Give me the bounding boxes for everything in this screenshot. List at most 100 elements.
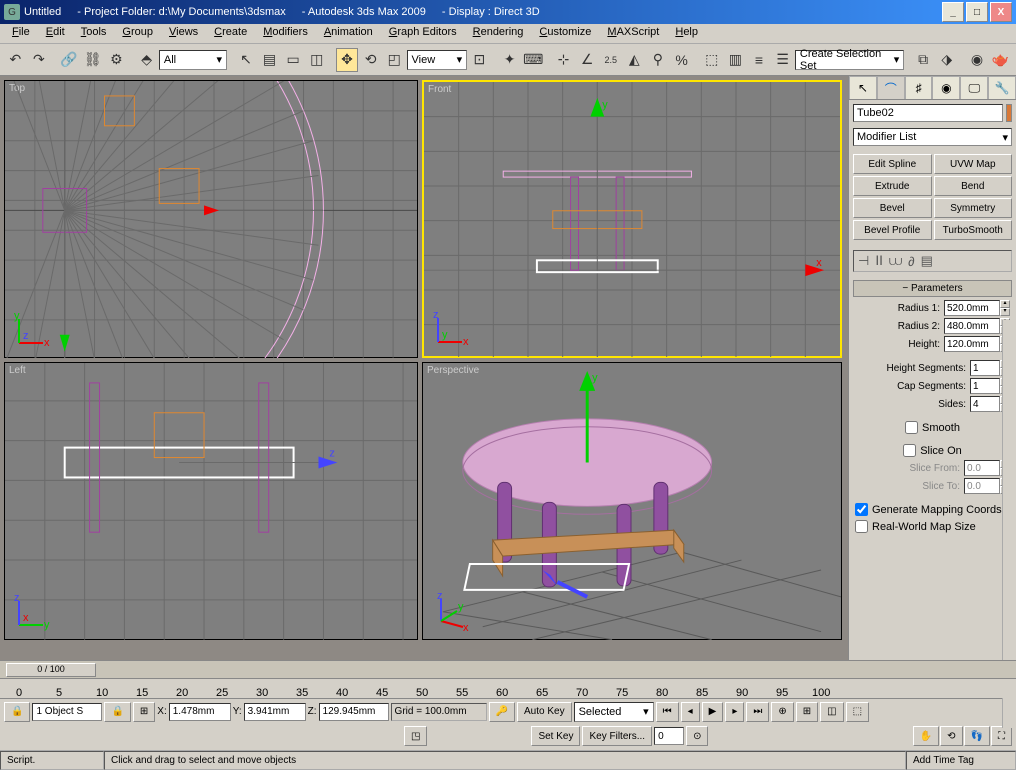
window-crossing-icon[interactable]: ◫ (305, 48, 328, 72)
heightseg-spinner[interactable]: 1 (970, 360, 1000, 376)
viewport-left[interactable]: Left z yzx (4, 362, 418, 640)
percent-snap-icon[interactable]: 2.5 (599, 48, 622, 72)
script-listener[interactable]: Script. (0, 751, 104, 770)
object-name-input[interactable] (853, 104, 1003, 122)
make-unique-icon[interactable]: ⩊ (889, 253, 902, 269)
named-selection-combo[interactable]: Create Selection Set▾ (795, 50, 904, 70)
configure-icon[interactable]: ▤ (921, 253, 933, 269)
goto-start-icon[interactable]: ⏮ (656, 702, 679, 722)
abs-rel-icon[interactable]: ⊞ (133, 702, 155, 722)
bind-icon[interactable]: ⚙ (105, 48, 128, 72)
isolate-icon[interactable]: 🔑 (489, 702, 515, 722)
mirror-icon[interactable]: ▥ (724, 48, 747, 72)
menu-grapheditors[interactable]: Graph Editors (381, 24, 465, 43)
menu-tools[interactable]: Tools (73, 24, 115, 43)
nav-pan-icon[interactable]: ✋ (913, 726, 939, 746)
pivot-icon[interactable]: ⊡ (468, 48, 491, 72)
time-ruler[interactable]: 0 5 10 15 20 25 30 35 40 45 50 55 60 65 … (0, 678, 1016, 698)
smooth-checkbox[interactable] (905, 421, 918, 434)
genmap-checkbox[interactable] (855, 503, 868, 516)
object-color-swatch[interactable] (1006, 104, 1012, 122)
time-slider-handle[interactable]: 0 / 100 (6, 663, 96, 677)
tab-utilities-icon[interactable]: 🔧 (988, 76, 1016, 99)
tab-modify-icon[interactable]: ⌒ (877, 76, 905, 99)
rotate-icon[interactable]: ⟲ (359, 48, 382, 72)
tab-create-icon[interactable]: ↖ (849, 76, 877, 99)
realworld-checkbox[interactable] (855, 520, 868, 533)
modifier-list-combo[interactable]: Modifier List▾ (853, 128, 1012, 146)
btn-bevel[interactable]: Bevel (853, 198, 932, 218)
unlink-icon[interactable]: ⛓ (81, 48, 104, 72)
radius1-spinner[interactable]: 520.0mm (944, 300, 1000, 316)
nav-zoomall-icon[interactable]: ⊞ (796, 702, 818, 722)
material-icon[interactable]: ◉ (966, 48, 989, 72)
angle-snap-icon[interactable]: ∠ (576, 48, 599, 72)
height-spinner[interactable]: 120.0mm (944, 336, 1000, 352)
capseg-spinner[interactable]: 1 (970, 378, 1000, 394)
select-region-icon[interactable]: ▭ (282, 48, 305, 72)
snap-flyout-icon[interactable]: ⚲ (647, 48, 670, 72)
btn-bevel-profile[interactable]: Bevel Profile (853, 220, 932, 240)
menu-edit[interactable]: Edit (38, 24, 73, 43)
menu-customize[interactable]: Customize (531, 24, 599, 43)
z-coord-input[interactable]: 129.945mm (319, 703, 389, 721)
play-icon[interactable]: ▶ (702, 702, 724, 722)
selection-filter-icon[interactable]: ⬘ (135, 48, 158, 72)
sliceon-checkbox[interactable] (903, 444, 916, 457)
radius2-spinner[interactable]: 480.0mm (944, 318, 1000, 334)
viewport-top[interactable]: Top xyz (4, 80, 418, 358)
viewport-front[interactable]: Front x y xzy (422, 80, 842, 358)
menu-maxscript[interactable]: MAXScript (599, 24, 667, 43)
keymode-combo[interactable]: Selected▾ (574, 702, 654, 722)
menu-modifiers[interactable]: Modifiers (255, 24, 316, 43)
prev-frame-icon[interactable]: ◂ (681, 702, 700, 722)
nav-walk-icon[interactable]: 👣 (964, 726, 990, 746)
y-coord-input[interactable]: 3.941mm (244, 703, 306, 721)
selection-lock-icon[interactable]: 🔒 (104, 702, 130, 722)
menu-help[interactable]: Help (667, 24, 706, 43)
selection-filter-combo[interactable]: All▾ (159, 50, 227, 70)
manipulate-icon[interactable]: ✦ (498, 48, 521, 72)
menu-rendering[interactable]: Rendering (465, 24, 532, 43)
curve-editor-icon[interactable]: ⧉ (912, 48, 935, 72)
goto-end-icon[interactable]: ⏭ (746, 702, 769, 722)
nav-maximize-icon[interactable]: ⛶ (991, 726, 1012, 746)
nav-orbit-icon[interactable]: ⟲ (940, 726, 962, 746)
link-icon[interactable]: 🔗 (58, 48, 81, 72)
x-coord-input[interactable]: 1.478mm (169, 703, 231, 721)
spin-up-icon[interactable]: ▴ (1000, 300, 1010, 308)
autokey-button[interactable]: Auto Key (517, 702, 572, 722)
setkey-button[interactable]: Set Key (531, 726, 580, 746)
lock-icon[interactable]: 🔒 (4, 702, 30, 722)
cube-icon[interactable]: ◳ (404, 726, 427, 746)
tab-display-icon[interactable]: 🖵 (960, 76, 988, 99)
named-sel-icon[interactable]: ⬚ (700, 48, 723, 72)
btn-bend[interactable]: Bend (934, 176, 1013, 196)
add-time-tag[interactable]: Add Time Tag (906, 751, 1016, 770)
current-frame-input[interactable]: 0 (654, 727, 684, 745)
schematic-icon[interactable]: ⬗ (935, 48, 958, 72)
menu-create[interactable]: Create (206, 24, 255, 43)
percent-icon[interactable]: % (670, 48, 693, 72)
time-slider[interactable]: 0 / 100 (0, 660, 1016, 678)
maximize-button[interactable]: □ (966, 2, 988, 22)
spinner-snap-icon[interactable]: ◭ (623, 48, 646, 72)
btn-symmetry[interactable]: Symmetry (934, 198, 1013, 218)
remove-mod-icon[interactable]: ∂ (908, 254, 914, 269)
minimize-button[interactable]: _ (942, 2, 964, 22)
select-icon[interactable]: ↖ (235, 48, 258, 72)
menu-animation[interactable]: Animation (316, 24, 381, 43)
spin-down-icon[interactable]: ▾ (1000, 308, 1010, 316)
menu-file[interactable]: File (4, 24, 38, 43)
btn-turbosmooth[interactable]: TurboSmooth (934, 220, 1013, 240)
btn-uvw-map[interactable]: UVW Map (934, 154, 1013, 174)
ref-coord-combo[interactable]: View▾ (407, 50, 468, 70)
viewport-perspective[interactable]: Perspective y xzy (422, 362, 842, 640)
undo-icon[interactable]: ↶ (4, 48, 27, 72)
move-icon[interactable]: ✥ (336, 48, 359, 72)
scale-icon[interactable]: ◰ (383, 48, 406, 72)
nav-zoom-icon[interactable]: ⊕ (771, 702, 793, 722)
tab-motion-icon[interactable]: ◉ (932, 76, 960, 99)
sides-spinner[interactable]: 4 (970, 396, 1000, 412)
nav-region-icon[interactable]: ⬚ (846, 702, 869, 722)
